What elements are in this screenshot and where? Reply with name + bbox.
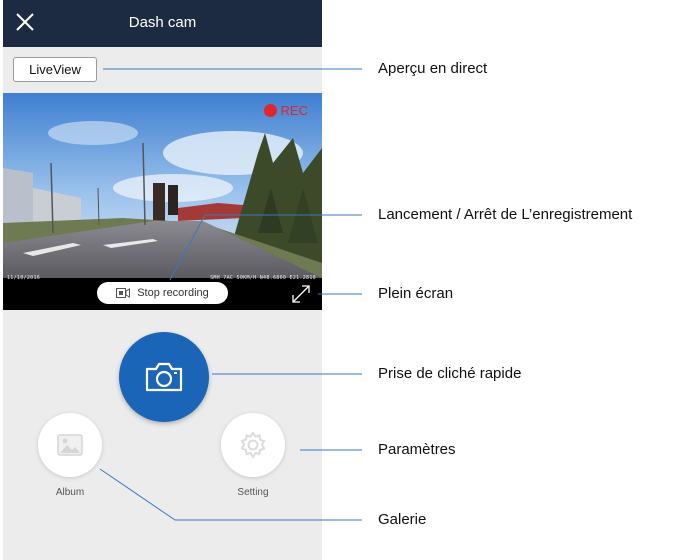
liveview-button[interactable]: LiveView bbox=[13, 57, 97, 82]
setting-label: Setting bbox=[237, 487, 269, 498]
callout-settings: Paramètres bbox=[378, 441, 456, 458]
callout-record: Lancement / Arrêt de L’enregistrement bbox=[378, 206, 633, 223]
album-label: Album bbox=[55, 487, 85, 498]
annotated-screenshot: Dash cam LiveView REC 11/10/2016 SMH 7AC… bbox=[0, 0, 690, 560]
stop-recording-button[interactable]: Stop recording bbox=[97, 282, 228, 304]
camera-preview: REC 11/10/2016 SMH 7AC 50KM/H N48.6860 E… bbox=[3, 93, 322, 310]
album-button[interactable] bbox=[38, 413, 102, 477]
phone-screen: Dash cam LiveView REC 11/10/2016 SMH 7AC… bbox=[3, 0, 322, 560]
snapshot-button[interactable] bbox=[119, 332, 209, 422]
rec-label: REC bbox=[280, 103, 308, 118]
fullscreen-button[interactable] bbox=[290, 283, 312, 305]
camera-icon bbox=[145, 362, 183, 392]
app-header: Dash cam bbox=[3, 0, 322, 47]
image-icon bbox=[57, 434, 83, 456]
video-camera-icon bbox=[116, 288, 131, 298]
callout-gallery: Galerie bbox=[378, 511, 427, 528]
setting-button[interactable] bbox=[221, 413, 285, 477]
callout-snapshot: Prise de cliché rapide bbox=[378, 365, 522, 382]
osd-date: 11/10/2016 bbox=[7, 275, 41, 281]
callout-fullscreen: Plein écran bbox=[378, 285, 454, 302]
rec-dot-icon bbox=[263, 104, 277, 117]
callout-liveview: Aperçu en direct bbox=[378, 60, 488, 77]
stop-recording-label: Stop recording bbox=[137, 287, 209, 299]
expand-icon bbox=[292, 285, 310, 303]
osd-telemetry: SMH 7AC 50KM/H N48.6860 E21.2810 bbox=[210, 275, 316, 281]
recording-indicator: REC bbox=[263, 103, 308, 118]
gear-icon bbox=[240, 431, 266, 459]
page-title: Dash cam bbox=[128, 14, 197, 31]
